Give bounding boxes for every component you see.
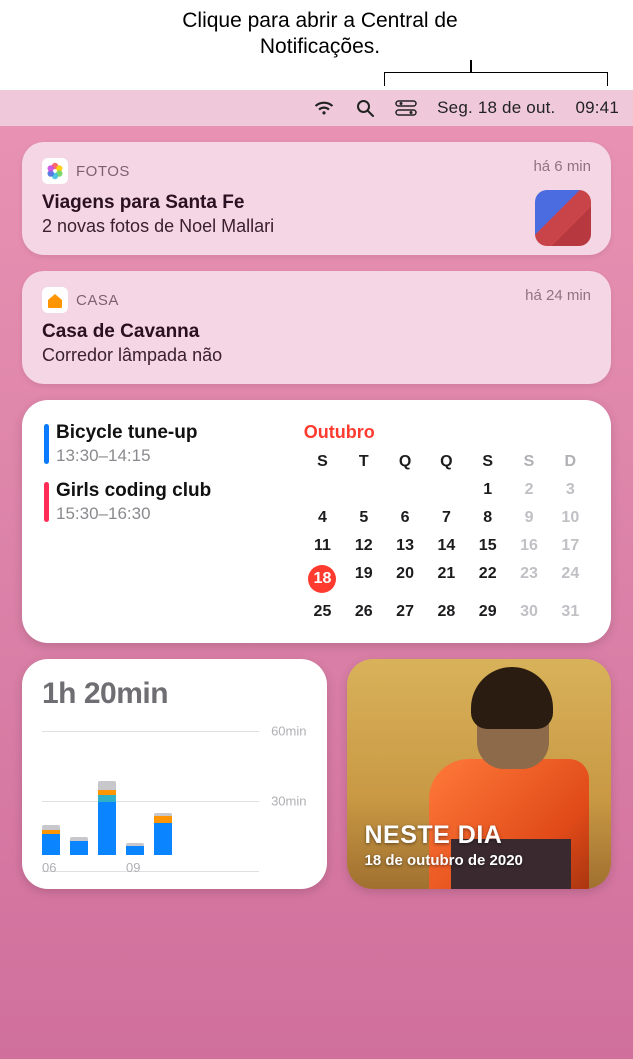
notification-photos[interactable]: FOTOS há 6 min Viagens para Santa Fe 2 n… [22,142,611,255]
calendar-day[interactable]: 18 [308,565,336,593]
screentime-chart: 60min 30min 0609 [42,731,307,871]
calendar-day[interactable]: 3 [552,481,589,499]
calendar-dow: S [469,453,506,471]
month-name: Outubro [304,422,589,443]
calendar-day[interactable]: 21 [428,565,465,593]
screentime-total: 1h 20min [42,677,307,711]
memory-date: 18 de outubro de 2020 [365,852,523,869]
month-calendar: Outubro STQQSSD1234567891011121314151617… [304,422,589,621]
menubar-time[interactable]: 09:41 [575,98,619,118]
calendar-day[interactable]: 15 [469,537,506,555]
calendar-day[interactable]: 14 [428,537,465,555]
calendar-day[interactable]: 24 [552,565,589,593]
calendar-day[interactable] [386,481,423,499]
search-icon[interactable] [355,98,375,118]
chart-bar [42,825,60,855]
calendar-day[interactable]: 7 [428,509,465,527]
calendar-widget[interactable]: Bicycle tune-up 13:30–14:15 Girls coding… [22,400,611,643]
calendar-day[interactable]: 6 [386,509,423,527]
calendar-day[interactable] [428,481,465,499]
photos-app-icon [42,158,68,184]
photo-figure [471,667,553,729]
home-app-icon [42,287,68,313]
calendar-day[interactable]: 26 [345,603,382,621]
calendar-day[interactable]: 1 [469,481,506,499]
calendar-day[interactable]: 11 [304,537,341,555]
calendar-day[interactable]: 16 [510,537,547,555]
calendar-day[interactable]: 8 [469,509,506,527]
calendar-day[interactable]: 23 [510,565,547,593]
photos-memory-widget[interactable]: NESTE DIA 18 de outubro de 2020 [347,659,612,889]
wifi-icon[interactable] [313,100,335,116]
chart-bar [154,813,172,855]
calendar-day[interactable]: 28 [428,603,465,621]
calendar-day[interactable] [345,481,382,499]
calendar-day[interactable]: 12 [345,537,382,555]
notification-title: Viagens para Santa Fe [42,192,591,214]
notification-thumbnail [535,190,591,246]
chart-bar [70,837,88,855]
calendar-dow: S [304,453,341,471]
calendar-day[interactable]: 5 [345,509,382,527]
calendar-dow: Q [386,453,423,471]
memory-title: NESTE DIA [365,821,523,850]
calendar-event[interactable]: Girls coding club 15:30–16:30 [44,480,284,524]
callout-stem [470,60,472,72]
menubar-date[interactable]: Seg. 18 de out. [437,98,555,118]
screentime-widget[interactable]: 1h 20min 60min 30min 0609 [22,659,327,889]
control-center-icon[interactable] [395,100,417,116]
calendar-day[interactable]: 19 [345,565,382,593]
calendar-day[interactable]: 2 [510,481,547,499]
callout-bracket [384,72,608,86]
notification-body: Corredor lâmpada não [42,345,591,366]
chart-gridlabel: 60min [271,724,306,739]
event-title: Girls coding club [56,480,284,502]
calendar-day[interactable]: 10 [552,509,589,527]
desktop-screenshot: Seg. 18 de out. 09:41 FOTOS há 6 min [0,90,633,1059]
calendar-day[interactable]: 9 [510,509,547,527]
calendar-dow: T [345,453,382,471]
notification-title: Casa de Cavanna [42,321,591,343]
chart-xlabel: 09 [126,860,140,875]
chart-bar [98,781,116,855]
calendar-day[interactable]: 31 [552,603,589,621]
calendar-day[interactable] [304,481,341,499]
calendar-dow: D [552,453,589,471]
notification-time: há 24 min [525,287,591,304]
calendar-day[interactable]: 30 [510,603,547,621]
calendar-day[interactable]: 29 [469,603,506,621]
calendar-day[interactable]: 17 [552,537,589,555]
calendar-day[interactable]: 22 [469,565,506,593]
calendar-day[interactable]: 27 [386,603,423,621]
menubar: Seg. 18 de out. 09:41 [0,90,633,126]
event-time: 13:30–14:15 [56,446,284,466]
notification-body: 2 novas fotos de Noel Mallari [42,216,591,237]
notification-home[interactable]: CASA há 24 min Casa de Cavanna Corredor … [22,271,611,384]
event-title: Bicycle tune-up [56,422,284,444]
calendar-dow: Q [428,453,465,471]
notification-time: há 6 min [533,158,591,175]
notification-center-panel: FOTOS há 6 min Viagens para Santa Fe 2 n… [0,126,633,905]
calendar-day[interactable]: 4 [304,509,341,527]
calendar-day[interactable]: 20 [386,565,423,593]
chart-gridlabel: 30min [271,794,306,809]
calendar-dow: S [510,453,547,471]
event-time: 15:30–16:30 [56,504,284,524]
notification-app-name: CASA [76,292,119,309]
calendar-day[interactable]: 25 [304,603,341,621]
calendar-event[interactable]: Bicycle tune-up 13:30–14:15 [44,422,284,466]
notification-app-name: FOTOS [76,163,130,180]
calendar-day[interactable]: 13 [386,537,423,555]
chart-xlabel: 06 [42,860,56,875]
help-caption: Clique para abrir a Central de Notificaç… [170,8,470,60]
chart-bar [126,843,144,855]
event-list: Bicycle tune-up 13:30–14:15 Girls coding… [44,422,284,621]
